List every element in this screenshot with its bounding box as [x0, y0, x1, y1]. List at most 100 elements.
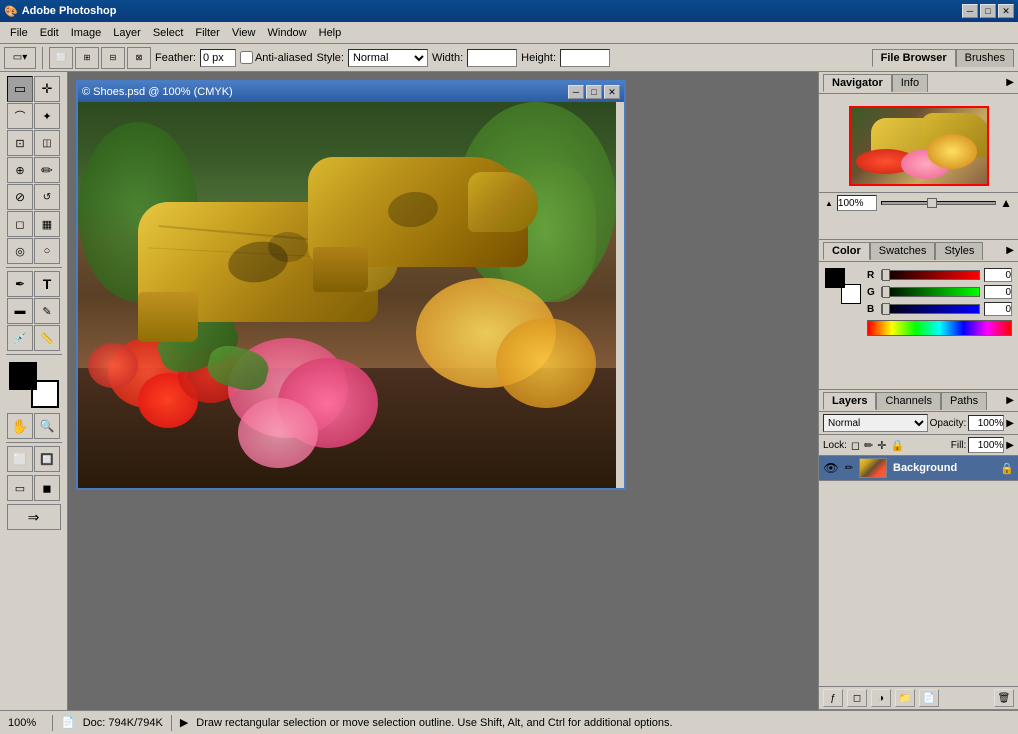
blur-tool-btn[interactable]: ◎ — [7, 238, 33, 264]
anti-alias-check[interactable] — [240, 51, 253, 64]
fill-input[interactable] — [968, 437, 1004, 453]
menu-image[interactable]: Image — [65, 25, 108, 41]
std-screen-btn[interactable]: ▭ — [7, 475, 33, 501]
hand-tool-btn[interactable]: ✋ — [7, 413, 33, 439]
lasso-tool-btn[interactable]: ⌒ — [7, 103, 33, 129]
opacity-arrow[interactable]: ▶ — [1006, 418, 1014, 429]
eyedropper-btn[interactable]: 💉 — [7, 325, 33, 351]
brush-tool-btn[interactable]: ✏ — [34, 157, 60, 183]
measure-tool-btn[interactable]: 📏 — [34, 325, 60, 351]
menu-help[interactable]: Help — [313, 25, 348, 41]
menu-window[interactable]: Window — [262, 25, 313, 41]
navigator-panel-arrow[interactable]: ▶ — [1006, 77, 1014, 88]
lock-transparent-icon[interactable]: ◻ — [851, 439, 860, 452]
menu-edit[interactable]: Edit — [34, 25, 65, 41]
tab-brushes[interactable]: Brushes — [956, 49, 1014, 67]
maximize-btn[interactable]: □ — [980, 4, 996, 18]
layer-mask-btn[interactable]: ◻ — [847, 689, 867, 707]
lock-all-icon[interactable]: 🔒 — [890, 439, 904, 452]
layer-link-icon[interactable]: ✏ — [841, 460, 857, 476]
add-sel-btn[interactable]: ⊞ — [75, 47, 99, 69]
document-titlebar: © Shoes.psd @ 100% (CMYK) ─ □ ✕ — [78, 82, 624, 102]
full-screen-btn[interactable]: ◼ — [34, 475, 60, 501]
height-input[interactable] — [560, 49, 610, 67]
tab-paths[interactable]: Paths — [941, 392, 987, 410]
navigator-panel: Navigator Info ▶ ▲ — [819, 72, 1018, 240]
doc-close-btn[interactable]: ✕ — [604, 85, 620, 99]
pen-tool-btn[interactable]: ✒ — [7, 271, 33, 297]
lock-image-icon[interactable]: ✏ — [864, 439, 873, 452]
style-select[interactable]: Normal Fixed Aspect Ratio Fixed Size — [348, 49, 428, 67]
layers-panel-arrow[interactable]: ▶ — [1006, 395, 1014, 406]
new-sel-btn[interactable]: ⬜ — [49, 47, 73, 69]
blend-mode-select[interactable]: Normal — [823, 414, 928, 432]
fg-color-swatch[interactable] — [9, 362, 37, 390]
background-layer-item[interactable]: 👁 ✏ Background 🔒 — [819, 456, 1018, 481]
doc-maximize-btn[interactable]: □ — [586, 85, 602, 99]
g-value[interactable] — [984, 285, 1012, 299]
width-input[interactable] — [467, 49, 517, 67]
b-slider[interactable] — [881, 304, 980, 314]
lock-position-icon[interactable]: ✛ — [877, 439, 886, 452]
zoom-tool-btn[interactable]: 🔍 — [34, 413, 60, 439]
menu-view[interactable]: View — [226, 25, 262, 41]
text-tool-btn[interactable]: T — [34, 271, 60, 297]
healing-brush-btn[interactable]: ⊕ — [7, 157, 33, 183]
slice-tool-btn[interactable]: ◫ — [34, 130, 60, 156]
new-layer-btn[interactable]: 📄 — [919, 689, 939, 707]
fill-arrow[interactable]: ▶ — [1006, 440, 1014, 451]
tab-color[interactable]: Color — [823, 242, 870, 260]
tab-info[interactable]: Info — [892, 74, 928, 92]
shape-tool-btn[interactable]: ▬ — [7, 298, 33, 324]
magic-wand-btn[interactable]: ✦ — [34, 103, 60, 129]
jump-imageready-btn[interactable]: ⇒ — [7, 504, 61, 530]
r-slider[interactable] — [881, 270, 980, 280]
intersect-sel-btn[interactable]: ⊠ — [127, 47, 151, 69]
clone-tool-btn[interactable]: ⊘ — [7, 184, 33, 210]
tab-channels[interactable]: Channels — [876, 392, 940, 410]
minimize-btn[interactable]: ─ — [962, 4, 978, 18]
delete-layer-btn[interactable]: 🗑 — [994, 689, 1014, 707]
move-tool-btn[interactable]: ✛ — [34, 76, 60, 102]
doc-minimize-btn[interactable]: ─ — [568, 85, 584, 99]
nav-zoom-thumb[interactable] — [927, 198, 937, 208]
menu-file[interactable]: File — [4, 25, 34, 41]
quick-mask-on-btn[interactable]: 🔲 — [34, 446, 60, 472]
r-value[interactable] — [984, 268, 1012, 282]
layer-visibility-icon[interactable]: 👁 — [823, 460, 839, 476]
new-layer-group-btn[interactable]: 📁 — [895, 689, 915, 707]
gradient-tool-btn[interactable]: ▦ — [34, 211, 60, 237]
marquee-tool-btn[interactable]: ▭ — [7, 76, 33, 102]
layer-style-btn[interactable]: ƒ — [823, 689, 843, 707]
crop-tool-btn[interactable]: ⊡ — [7, 130, 33, 156]
dodge-tool-btn[interactable]: ○ — [34, 238, 60, 264]
tab-swatches[interactable]: Swatches — [870, 242, 936, 260]
r-thumb[interactable] — [882, 269, 890, 281]
g-thumb[interactable] — [882, 286, 890, 298]
tab-file-browser[interactable]: File Browser — [872, 49, 956, 67]
feather-input[interactable] — [200, 49, 236, 67]
tab-styles[interactable]: Styles — [935, 242, 983, 260]
new-fill-layer-btn[interactable]: ◑ — [871, 689, 891, 707]
nav-zoom-slider[interactable] — [881, 201, 996, 205]
g-slider[interactable] — [881, 287, 980, 297]
opacity-input[interactable] — [968, 415, 1004, 431]
menu-layer[interactable]: Layer — [107, 25, 147, 41]
eraser-tool-btn[interactable]: ◻ — [7, 211, 33, 237]
color-panel-arrow[interactable]: ▶ — [1006, 245, 1014, 256]
menu-filter[interactable]: Filter — [189, 25, 225, 41]
menu-select[interactable]: Select — [147, 25, 190, 41]
nav-zoom-input[interactable] — [837, 195, 877, 211]
color-spectrum[interactable] — [867, 320, 1012, 336]
b-value[interactable] — [984, 302, 1012, 316]
color-fg-swatch[interactable] — [825, 268, 845, 288]
quick-mask-off-btn[interactable]: ⬜ — [7, 446, 33, 472]
tab-navigator[interactable]: Navigator — [823, 74, 892, 92]
sub-sel-btn[interactable]: ⊟ — [101, 47, 125, 69]
marquee-options-btn[interactable]: ▭▾ — [4, 47, 36, 69]
notes-tool-btn[interactable]: ✎ — [34, 298, 60, 324]
history-brush-btn[interactable]: ↺ — [34, 184, 60, 210]
tab-layers[interactable]: Layers — [823, 392, 876, 410]
close-btn[interactable]: ✕ — [998, 4, 1014, 18]
b-thumb[interactable] — [882, 303, 890, 315]
